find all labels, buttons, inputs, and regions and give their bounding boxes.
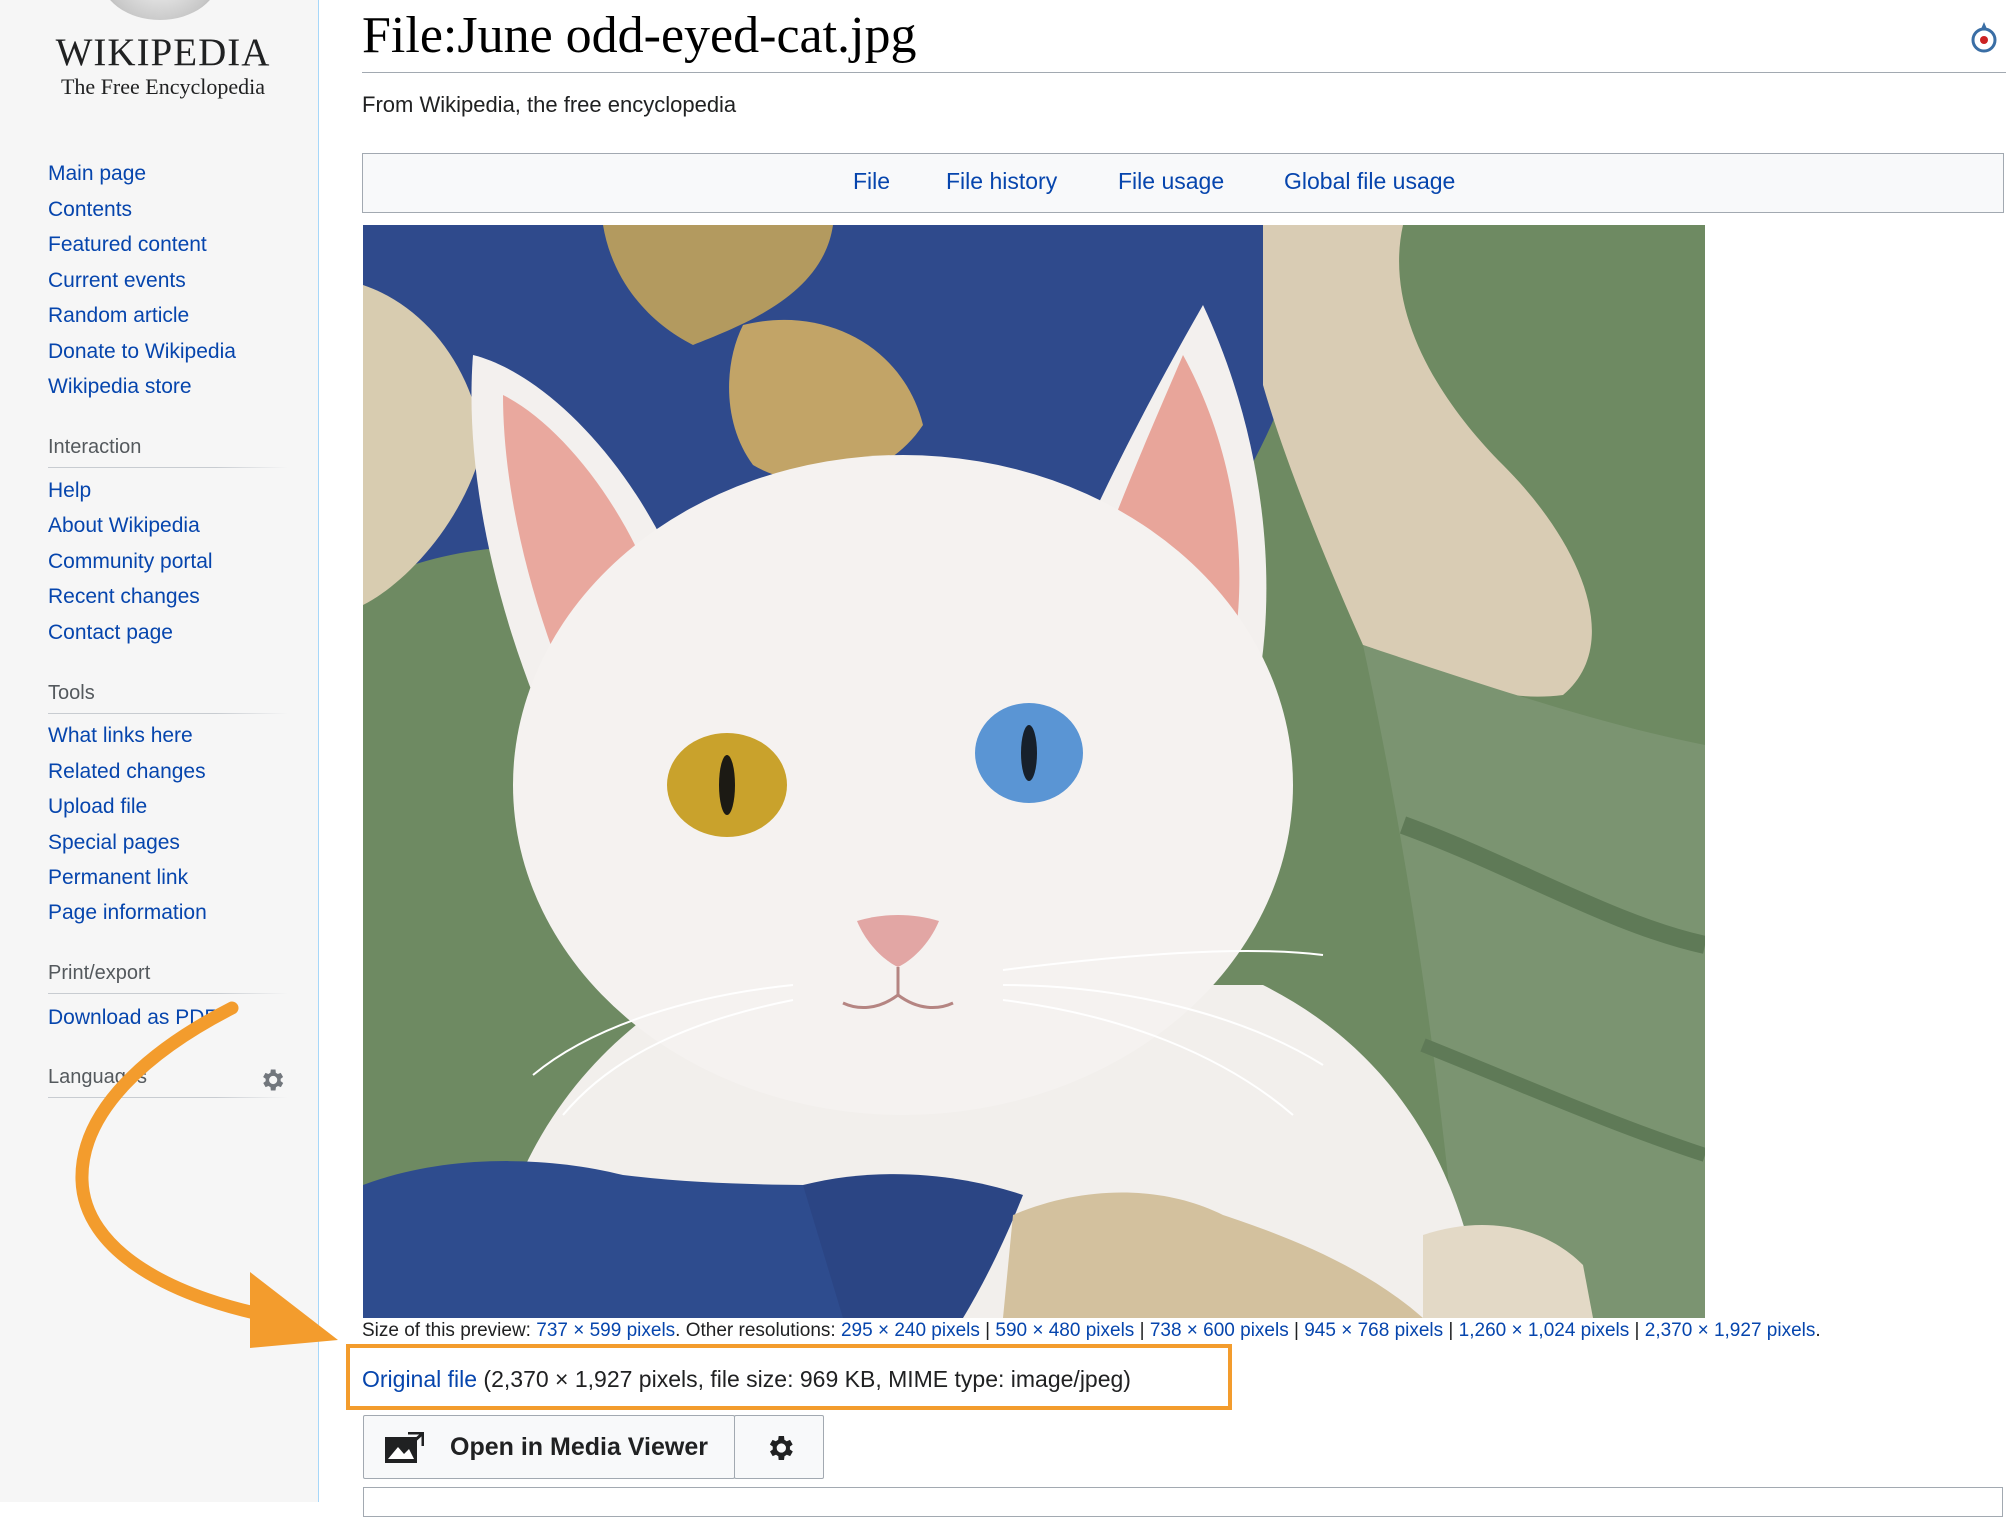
- resolution-link[interactable]: 590 × 480 pixels: [995, 1320, 1134, 1341]
- tab-global-file-usage[interactable]: Global file usage: [1284, 168, 1455, 195]
- commons-logo-icon[interactable]: [1968, 20, 2000, 56]
- sidebar-item-contact-page[interactable]: Contact page: [48, 621, 173, 645]
- sidebar-item-about-wikipedia[interactable]: About Wikipedia: [48, 514, 200, 538]
- portal-divider: [48, 1097, 288, 1098]
- wikipedia-globe-logo[interactable]: [100, 0, 220, 20]
- wikipedia-wordmark[interactable]: WIKIPEDIA: [48, 30, 278, 75]
- sidebar-item-main-page[interactable]: Main page: [48, 162, 146, 186]
- other-resolutions-label: . Other resolutions:: [675, 1320, 841, 1341]
- sidebar: WIKIPEDIA The Free Encyclopedia Main pag…: [0, 0, 319, 1502]
- sidebar-item-special-pages[interactable]: Special pages: [48, 831, 180, 855]
- resolution-separator: |: [1288, 1320, 1305, 1341]
- sidebar-item-recent-changes[interactable]: Recent changes: [48, 585, 200, 609]
- page-subtitle: From Wikipedia, the free encyclopedia: [362, 92, 737, 117]
- preview-size-label: Size of this preview:: [362, 1320, 537, 1341]
- resolution-separator: |: [1629, 1320, 1645, 1341]
- portal-divider: [48, 993, 288, 994]
- preview-size-info: Size of this preview: 737 × 599 pixels. …: [362, 1320, 1821, 1342]
- wikipedia-tagline: The Free Encyclopedia: [60, 74, 265, 99]
- tab-file[interactable]: File: [853, 168, 890, 195]
- sidebar-item-contents[interactable]: Contents: [48, 198, 132, 222]
- sidebar-item-what-links-here[interactable]: What links here: [48, 724, 193, 748]
- portal-heading-tools: Tools: [48, 682, 95, 704]
- resolution-separator: |: [979, 1320, 996, 1341]
- sidebar-item-page-information[interactable]: Page information: [48, 901, 207, 925]
- page-title: File:June odd-eyed-cat.jpg: [362, 7, 917, 64]
- resolution-link[interactable]: 295 × 240 pixels: [841, 1320, 980, 1341]
- sidebar-item-donate[interactable]: Donate to Wikipedia: [48, 340, 236, 364]
- portal-divider: [48, 713, 288, 714]
- sidebar-item-featured-content[interactable]: Featured content: [48, 233, 207, 257]
- resolution-separator: |: [1443, 1320, 1459, 1341]
- file-description-box: [363, 1487, 2003, 1517]
- sidebar-item-permanent-link[interactable]: Permanent link: [48, 866, 188, 890]
- open-media-viewer-label: Open in Media Viewer: [450, 1433, 708, 1461]
- image-expand-icon: [385, 1432, 424, 1463]
- sidebar-item-help[interactable]: Help: [48, 479, 91, 503]
- resolution-link[interactable]: 2,370 × 1,927 pixels: [1645, 1320, 1816, 1341]
- gear-icon: [769, 1436, 793, 1460]
- sidebar-item-current-events[interactable]: Current events: [48, 269, 186, 293]
- sidebar-item-random-article[interactable]: Random article: [48, 304, 189, 328]
- preview-size-link[interactable]: 737 × 599 pixels: [536, 1320, 675, 1341]
- open-media-viewer-button[interactable]: Open in Media Viewer: [363, 1415, 735, 1479]
- file-preview-image[interactable]: [363, 225, 1705, 1318]
- title-divider: [362, 72, 2006, 73]
- sidebar-item-community-portal[interactable]: Community portal: [48, 550, 213, 574]
- resolution-link[interactable]: 1,260 × 1,024 pixels: [1459, 1320, 1630, 1341]
- tab-file-usage[interactable]: File usage: [1118, 168, 1224, 195]
- highlight-box: [346, 1344, 1232, 1410]
- sidebar-item-download-pdf[interactable]: Download as PDF: [48, 1006, 217, 1030]
- file-toc: File File history File usage Global file…: [362, 153, 2004, 213]
- resolution-link[interactable]: 945 × 768 pixels: [1304, 1320, 1443, 1341]
- resolution-separator: |: [1134, 1320, 1150, 1341]
- gear-icon[interactable]: [258, 1066, 286, 1094]
- media-viewer-settings-button[interactable]: [734, 1415, 824, 1479]
- portal-divider: [48, 467, 288, 468]
- sidebar-item-wikipedia-store[interactable]: Wikipedia store: [48, 375, 192, 399]
- tab-file-history[interactable]: File history: [946, 168, 1057, 195]
- sidebar-item-related-changes[interactable]: Related changes: [48, 760, 206, 784]
- sidebar-item-upload-file[interactable]: Upload file: [48, 795, 147, 819]
- portal-heading-interaction: Interaction: [48, 436, 142, 458]
- portal-heading-languages: Languages: [48, 1066, 147, 1088]
- size-line-suffix: .: [1815, 1320, 1821, 1341]
- portal-heading-print-export: Print/export: [48, 962, 151, 984]
- resolution-link[interactable]: 738 × 600 pixels: [1150, 1320, 1289, 1341]
